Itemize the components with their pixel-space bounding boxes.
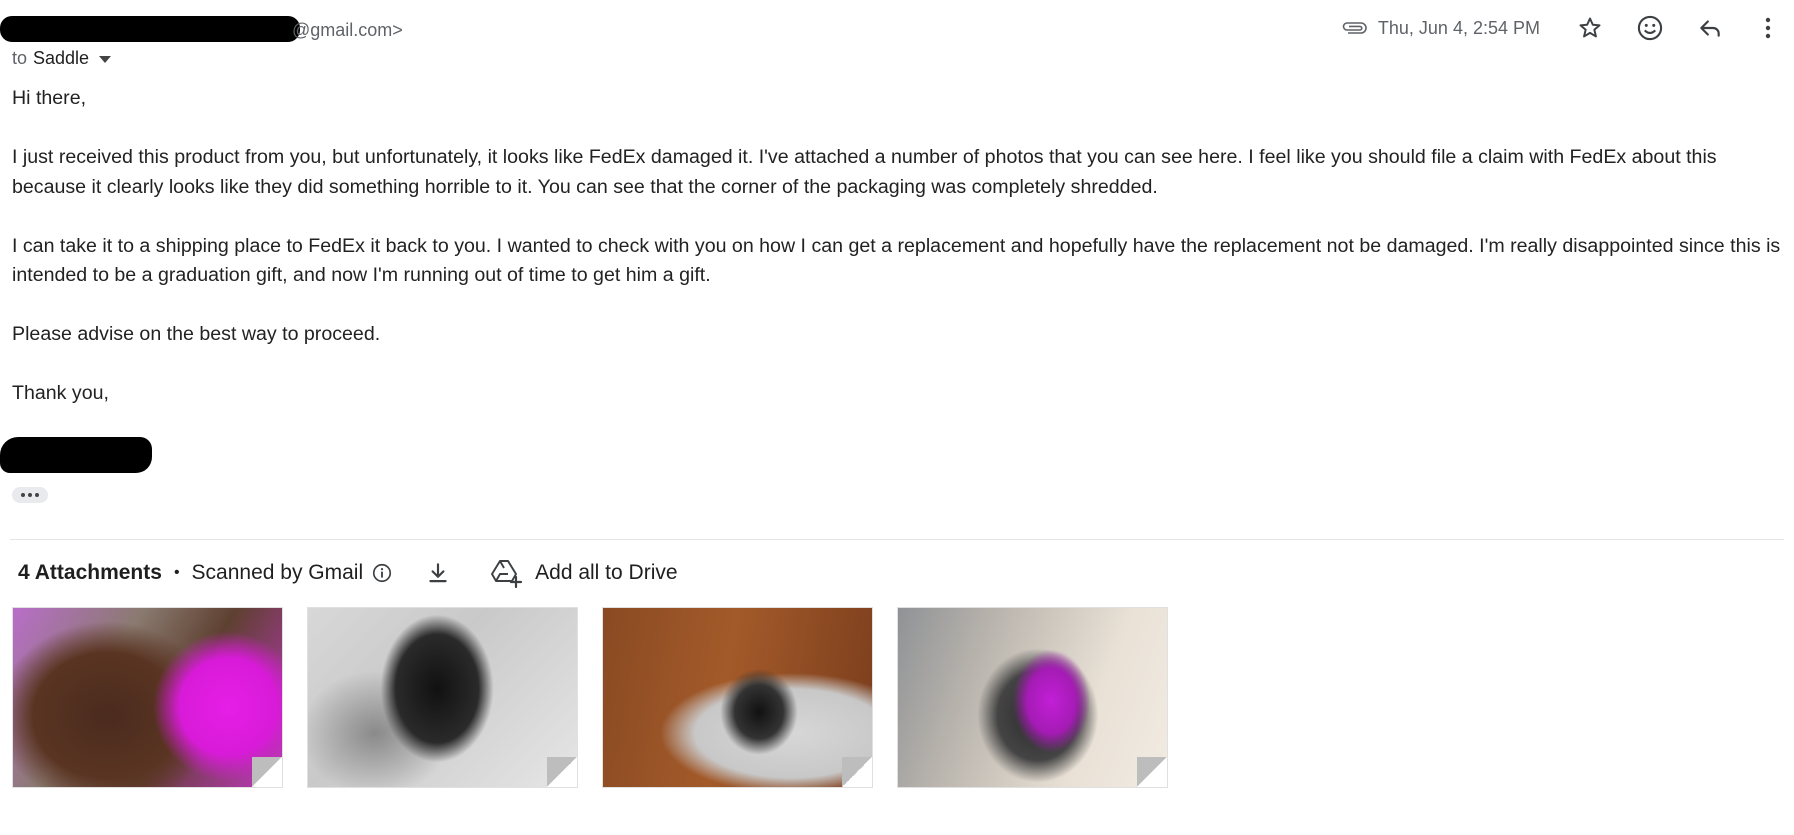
attachments-bar: 4 Attachments • Scanned by Gmail Add all… (18, 557, 678, 589)
more-options-button[interactable] (1750, 8, 1786, 48)
reply-button[interactable] (1690, 8, 1730, 48)
dot (21, 493, 25, 497)
attachments-divider (10, 539, 1784, 540)
body-paragraph-1: I just received this product from you, b… (12, 146, 1717, 198)
sender-name-redaction (0, 16, 300, 42)
dot (28, 493, 32, 497)
body-paragraph-2: I can take it to a shipping place to Fed… (12, 234, 1781, 287)
star-icon (1579, 17, 1601, 38)
more-vert-icon (1765, 17, 1771, 39)
star-button[interactable] (1570, 8, 1610, 48)
closing: Thank you, (12, 382, 109, 404)
signature-redaction (0, 437, 152, 473)
reply-icon (1700, 20, 1720, 37)
attachment-thumbnail[interactable] (897, 607, 1168, 788)
emoji-reaction-button[interactable] (1630, 8, 1670, 48)
download-icon (429, 563, 447, 583)
attachment-thumbnail[interactable] (12, 607, 283, 788)
add-all-to-drive-label: Add all to Drive (535, 561, 678, 584)
email-body: Hi there, I just received this product f… (12, 84, 1782, 438)
sender-email-text: @gmail.com> (292, 20, 403, 40)
info-icon[interactable] (371, 562, 393, 584)
page-fold-corner (252, 757, 282, 787)
sender-email: @gmail.com> (0, 16, 403, 42)
paperclip-icon (1340, 18, 1368, 38)
show-trimmed-content-button[interactable] (12, 487, 48, 503)
page-fold-corner (842, 757, 872, 787)
recipient-line[interactable]: to Saddle (12, 48, 112, 69)
attachments-count: 4 Attachments (18, 561, 162, 584)
dot (35, 493, 39, 497)
add-all-to-drive-button[interactable]: Add all to Drive (491, 558, 678, 588)
body-paragraph-3: Please advise on the best way to proceed… (12, 323, 381, 345)
chevron-down-icon[interactable] (99, 56, 112, 63)
drive-add-icon (491, 560, 523, 588)
page-fold-corner (1137, 757, 1167, 787)
download-all-button[interactable] (425, 560, 451, 586)
message-date: Thu, Jun 4, 2:54 PM (1377, 17, 1540, 38)
page-fold-corner (547, 757, 577, 787)
greeting: Hi there, (12, 87, 87, 109)
scanned-label: Scanned by Gmail (191, 561, 364, 584)
attachment-thumbnail[interactable] (307, 607, 578, 788)
attachment-thumbnail[interactable] (602, 607, 873, 788)
separator: • (173, 564, 180, 581)
recipient-name: Saddle (33, 48, 90, 68)
message-header-actions: Thu, Jun 4, 2:54 PM (1340, 8, 1794, 48)
emoji-icon (1637, 15, 1663, 41)
recipient-prefix: to (12, 48, 28, 68)
